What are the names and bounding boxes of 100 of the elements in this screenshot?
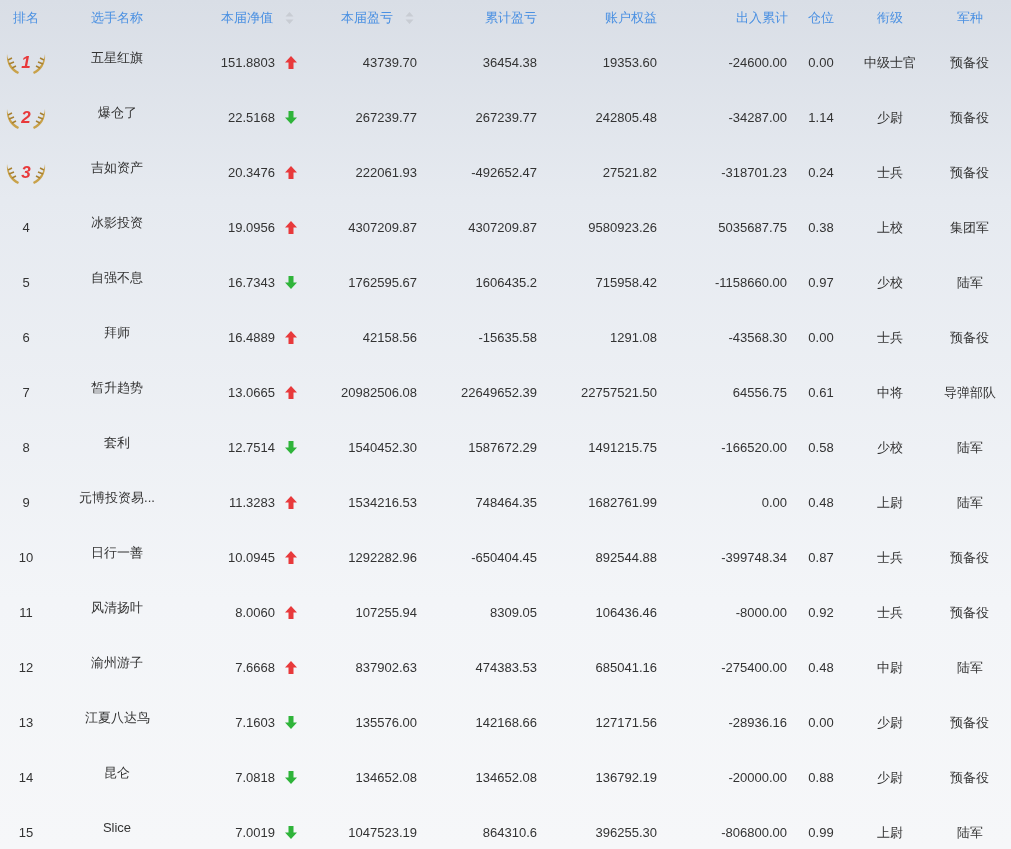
player-name: 昆仑 [104,763,130,782]
rank-title: 士兵 [877,163,903,182]
branch-label: 预备役 [950,548,989,567]
player-name: 冰影投资 [91,213,143,232]
number-value: 474383.53 [475,660,537,675]
rank-number: 10 [18,550,34,565]
position-value: 0.97 [808,275,834,290]
branch-label: 预备役 [950,328,989,347]
number-value: 22649652.39 [461,385,537,400]
medal-rank: 1 [21,52,31,73]
number-value: 134652.08 [355,770,417,785]
net-value: 22.5168 [228,110,275,125]
number-value: 1587672.29 [468,440,537,455]
rank-title: 中级士官 [864,53,916,72]
branch-label: 陆军 [956,823,983,842]
number-value: 1047523.19 [348,825,417,840]
branch-label: 预备役 [950,108,989,127]
player-name: 元博投资易... [79,488,155,507]
number-value: -24600.00 [728,55,787,70]
column-header: 选手名称 [91,8,143,27]
number-value: -34287.00 [728,110,787,125]
number-value: 64556.75 [732,385,787,400]
number-value: 748464.35 [475,495,537,510]
rank-title: 上尉 [877,823,903,842]
number-value: -20000.00 [728,770,787,785]
position-value: 0.99 [808,825,834,840]
number-value: 0.00 [761,495,787,510]
net-value: 8.0060 [235,605,275,620]
number-value: -650404.45 [471,550,537,565]
net-value: 151.8803 [220,55,275,70]
rank-title: 少校 [877,273,903,292]
number-value: 1534216.53 [348,495,417,510]
number-value: -318701.23 [721,165,787,180]
player-name: 套利 [104,433,130,452]
rank-title: 士兵 [877,328,903,347]
column-header: 累计盈亏 [485,8,537,27]
number-value: 267239.77 [475,110,537,125]
rank-number: 15 [18,825,34,840]
player-name: 江夏八达鸟 [84,708,150,727]
number-value: 1540452.30 [348,440,417,455]
number-value: 106436.46 [595,605,657,620]
rank-number: 7 [22,385,30,400]
column-header: 仓位 [808,8,834,27]
position-value: 0.58 [808,440,834,455]
net-value: 13.0665 [228,385,275,400]
column-header: 本届净值 [221,8,273,27]
position-value: 0.24 [808,165,834,180]
column-header: 账户权益 [605,8,657,27]
number-value: 22757521.50 [581,385,657,400]
net-value: 7.0019 [235,825,275,840]
number-value: 4307209.87 [348,220,417,235]
branch-label: 预备役 [950,53,989,72]
player-name: 皙升趋势 [91,378,143,397]
number-value: 837902.63 [355,660,417,675]
net-value: 7.6668 [235,660,275,675]
rank-title: 士兵 [877,603,903,622]
number-value: -166520.00 [721,440,787,455]
number-value: -43568.30 [728,330,787,345]
position-value: 1.14 [808,110,834,125]
column-header: 军种 [956,8,983,27]
number-value: -1158660.00 [714,275,787,290]
net-value: 12.7514 [228,440,275,455]
player-name: 风清扬叶 [91,598,143,617]
rank-title: 少尉 [877,108,903,127]
number-value: -8000.00 [735,605,787,620]
position-value: 0.92 [808,605,834,620]
number-value: 1606435.2 [475,275,537,290]
position-value: 0.88 [808,770,834,785]
branch-label: 导弹部队 [943,383,996,402]
branch-label: 预备役 [950,163,989,182]
rank-title: 少尉 [877,713,903,732]
number-value: 267239.77 [355,110,417,125]
column-header: 排名 [13,8,39,27]
rank-number: 9 [22,495,30,510]
position-value: 0.38 [808,220,834,235]
number-value: 685041.16 [595,660,657,675]
net-value: 7.0818 [235,770,275,785]
net-value: 11.3283 [228,495,275,510]
number-value: 396255.30 [595,825,657,840]
rank-number: 8 [22,440,30,455]
rank-number: 13 [18,715,34,730]
rank-number: 14 [18,770,34,785]
rank-number: 5 [22,275,30,290]
number-value: 135576.00 [355,715,417,730]
rank-title: 士兵 [877,548,903,567]
number-value: 715958.42 [595,275,657,290]
number-value: -28936.16 [728,715,787,730]
player-name: Slice [102,820,132,835]
number-value: 107255.94 [355,605,417,620]
rank-title: 少校 [877,438,903,457]
number-value: 42158.56 [362,330,417,345]
number-value: 20982506.08 [341,385,417,400]
number-value: 4307209.87 [468,220,537,235]
number-value: 36454.38 [482,55,537,70]
branch-label: 集团军 [950,218,989,237]
position-value: 0.00 [808,55,834,70]
branch-label: 陆军 [956,493,983,512]
net-value: 10.0945 [228,550,275,565]
number-value: 242805.48 [595,110,657,125]
medal-rank: 2 [21,107,31,128]
